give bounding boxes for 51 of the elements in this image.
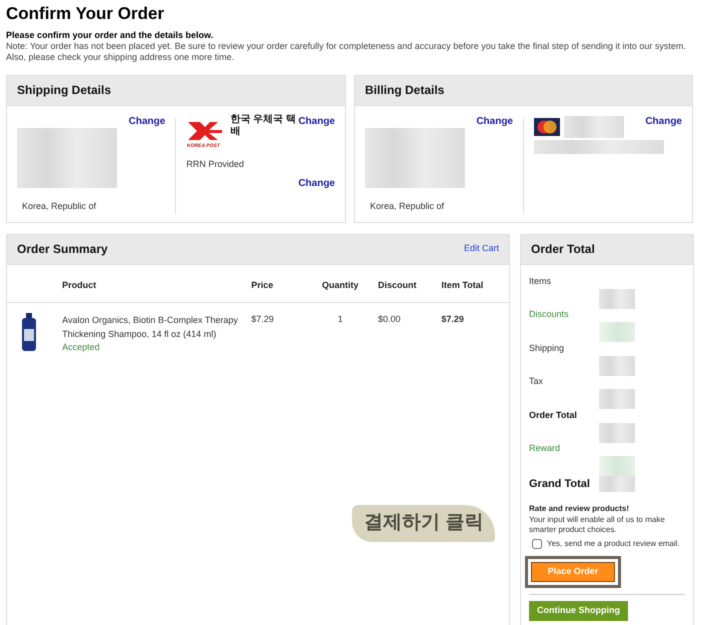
- review-text: Your input will enable all of us to make smarter product choices.: [529, 515, 666, 535]
- change-link[interactable]: Change: [645, 114, 682, 129]
- checkbox-label: Yes, send me a product review email.: [547, 538, 680, 550]
- change-link[interactable]: Change: [476, 114, 513, 188]
- table-cell: $7.29: [437, 302, 509, 364]
- credit-card-icon: [534, 118, 560, 136]
- rrn-text: RRN Provided: [186, 158, 245, 171]
- country-text: Korea, Republic of: [369, 200, 446, 213]
- redacted-block: [599, 356, 635, 376]
- total-label: Discounts: [529, 308, 569, 321]
- redacted-block: [564, 116, 624, 138]
- country-text: Korea, Republic of: [21, 200, 98, 213]
- table-cell: 1: [306, 302, 374, 364]
- column-header: Quantity: [306, 264, 374, 302]
- column-header: Price: [247, 264, 307, 302]
- column-header: Product: [58, 264, 248, 302]
- note-text: Note: Your order has not been placed yet. Be sure to review your order carefully for completeness and accuracy before you take the final step of sending it into our system.: [6, 41, 687, 52]
- change-link[interactable]: Change: [128, 114, 166, 188]
- page-title: Confirm Your Order: [6, 4, 166, 24]
- total-label: Order Total: [529, 408, 577, 422]
- product-image: [21, 313, 37, 351]
- panel-title: Order Total: [531, 242, 595, 256]
- note-text: Also, please check your shipping address one more time.: [6, 52, 236, 63]
- panel-title: Order Summary: [17, 242, 108, 256]
- product-name: Avalon Organics, Biotin B-Complex Therapy Thickening Shampoo, 14 fl oz (414 ml): [62, 314, 239, 341]
- edit-cart-link[interactable]: Edit Cart: [464, 242, 499, 256]
- total-label: Grand Total: [529, 476, 590, 492]
- annotation-callout: 결제하기 클릭: [352, 505, 496, 542]
- redacted-block: [599, 456, 635, 476]
- total-label: Shipping: [529, 342, 564, 355]
- total-label: Items: [529, 274, 552, 288]
- change-link[interactable]: Change: [298, 176, 335, 190]
- panel-title: Shipping Details: [17, 83, 112, 98]
- change-link[interactable]: Change: [298, 114, 335, 129]
- table-cell: $7.29: [247, 302, 307, 364]
- total-label: Reward: [529, 442, 560, 455]
- total-label: Tax: [529, 375, 544, 388]
- redacted-block: [599, 389, 635, 409]
- review-checkbox[interactable]: [532, 539, 542, 549]
- status-text: Accepted: [62, 341, 101, 354]
- panel-title: Billing Details: [365, 83, 444, 98]
- redacted-block: [599, 422, 635, 442]
- shipping-method-name: 한국 우체국 택배: [230, 114, 297, 138]
- redacted-block: [599, 322, 635, 342]
- review-title: Rate and review products!: [529, 503, 630, 515]
- column-header: Discount: [374, 264, 438, 302]
- redacted-block: [599, 476, 635, 492]
- column-header: Item Total: [437, 264, 509, 302]
- redacted-block: [599, 288, 635, 308]
- intro-text: Please confirm your order and the details below.: [6, 30, 214, 41]
- table-cell: $0.00: [374, 302, 438, 364]
